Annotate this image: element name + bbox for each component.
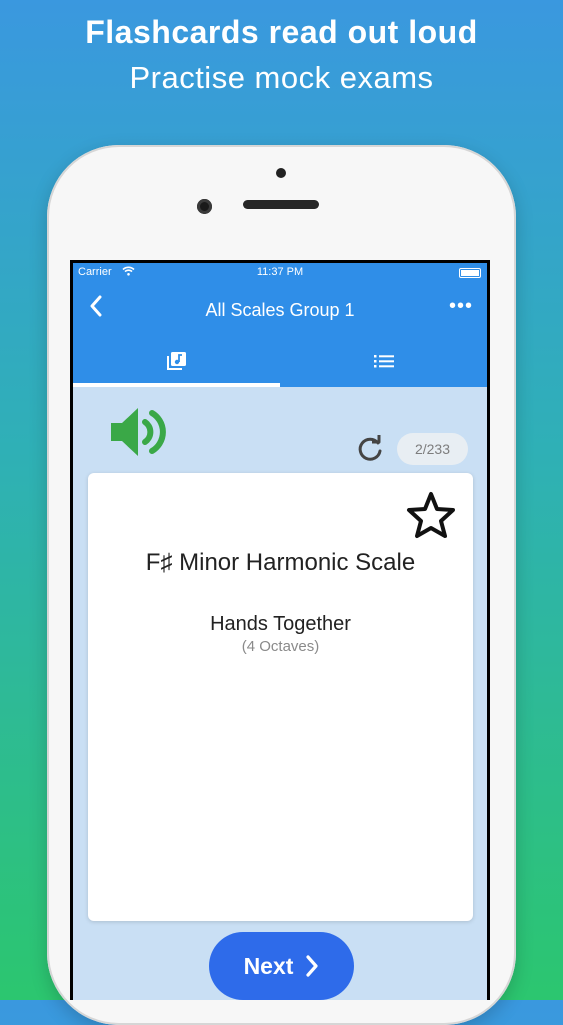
nav-title: All Scales Group 1 [205, 300, 355, 320]
music-cards-icon [166, 352, 186, 370]
card-title: F♯ Minor Harmonic Scale [145, 549, 416, 576]
refresh-icon[interactable] [356, 435, 384, 468]
promo-title: Flashcards read out loud [85, 14, 478, 50]
status-time: 11:37 PM [256, 266, 304, 278]
tab-indicator [73, 383, 280, 387]
tab-flashcards[interactable] [73, 335, 280, 387]
phone-sensor [276, 168, 286, 178]
speaker-icon[interactable] [109, 404, 167, 465]
status-bar: Carrier 11:37 PM [73, 263, 487, 283]
card-detail: (4 Octaves) [241, 638, 320, 655]
next-button-label: Next [243, 952, 294, 979]
battery-icon [459, 268, 481, 278]
nav-bar: All Scales Group 1 ••• [73, 283, 487, 335]
phone-camera [197, 199, 212, 214]
tab-list[interactable] [280, 335, 487, 387]
promo-subtitle: Practise mock exams [129, 60, 434, 95]
chevron-right-icon [306, 955, 319, 977]
card-subtitle: Hands Together [210, 613, 351, 635]
next-button[interactable]: Next [209, 932, 354, 1000]
app-screen: Carrier 11:37 PM All Scales Group 1 ••• [73, 263, 487, 1000]
phone-speaker [243, 200, 319, 209]
star-icon[interactable] [406, 491, 456, 544]
more-button[interactable]: ••• [449, 295, 473, 318]
flashcard[interactable]: F♯ Minor Harmonic Scale Hands Together (… [88, 473, 473, 921]
list-icon [373, 355, 394, 368]
phone-screen: Carrier 11:37 PM All Scales Group 1 ••• [70, 260, 490, 1000]
tab-bar [73, 335, 487, 387]
card-counter: 2/233 [397, 433, 468, 465]
